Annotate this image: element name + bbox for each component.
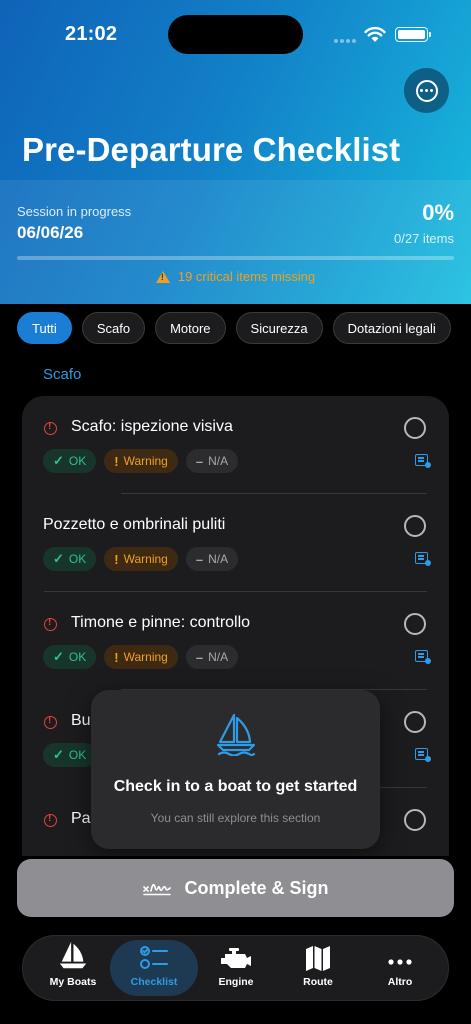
status-options: ✓ OK ! Warning – N/A	[43, 547, 239, 571]
checklist-item-title: Pozzetto e ombrinali puliti	[43, 516, 226, 533]
header-hero: 21:02 Pre-Departure Checklist Session in…	[0, 0, 471, 304]
critical-icon	[44, 813, 57, 827]
checklist-item: Pozzetto e ombrinali puliti ✓ OK ! Warning…	[22, 494, 449, 592]
filter-chip-tutti[interactable]: Tutti	[17, 312, 72, 344]
status-bar: 21:02	[0, 0, 471, 70]
checkmark-icon: ✓	[53, 747, 64, 762]
status-time: 21:02	[65, 23, 118, 45]
status-warning-button[interactable]: ! Warning	[104, 449, 178, 473]
checklist-icon	[140, 946, 168, 969]
add-note-icon[interactable]	[415, 748, 431, 762]
engine-icon	[221, 948, 251, 968]
status-ok-button[interactable]: ✓ OK	[43, 743, 97, 767]
add-note-icon[interactable]	[415, 552, 431, 566]
exclamation-icon: !	[114, 453, 119, 469]
critical-missing-banner: 19 critical items missing	[0, 269, 471, 284]
progress-bar	[17, 256, 454, 260]
status-options: ✓ OK ! Warning – N/A	[43, 449, 239, 473]
check-in-toast: Check in to a boat to get started You ca…	[91, 690, 380, 849]
progress-percent: 0%	[422, 200, 454, 225]
completion-radio[interactable]	[404, 417, 426, 439]
status-na-button[interactable]: – N/A	[185, 645, 239, 669]
progress-items-count: 0/27 items	[394, 231, 454, 246]
sailboat-icon	[59, 941, 87, 969]
status-options: ✓ OK ! Warning – N/A	[43, 645, 239, 669]
dynamic-island	[168, 15, 303, 54]
checklist-item: Timone e pinne: controllo ✓OK !Warning –…	[22, 592, 449, 690]
critical-icon	[44, 715, 57, 729]
session-panel: Session in progress 06/06/26 0% 0/27 ite…	[0, 180, 471, 304]
filter-chip-scafo[interactable]: Scafo	[81, 312, 146, 344]
critical-icon	[44, 617, 57, 631]
sailboat-icon	[216, 713, 256, 756]
session-label: Session in progress	[17, 204, 132, 219]
map-icon	[306, 946, 330, 971]
add-note-icon[interactable]	[415, 454, 431, 468]
dash-icon: –	[195, 453, 204, 469]
section-title: Scafo	[43, 366, 82, 383]
checkmark-icon: ✓	[53, 453, 64, 468]
critical-missing-text: 19 critical items missing	[177, 269, 316, 284]
completion-radio[interactable]	[404, 809, 426, 831]
status-warning-button[interactable]: ! Warning	[104, 645, 178, 669]
complete-button-label: Complete & Sign	[184, 877, 329, 898]
tab-my-boats[interactable]: My Boats	[29, 940, 117, 996]
completion-radio[interactable]	[404, 515, 426, 537]
toast-title: Check in to a boat to get started	[113, 778, 358, 795]
tab-altro[interactable]: Altro	[356, 940, 444, 996]
toast-subtitle: You can still explore this section	[150, 811, 321, 825]
status-options: ✓ OK	[43, 743, 97, 767]
exclamation-icon: !	[114, 551, 119, 567]
tab-bar: My Boats Checklist Engine Route Altro	[22, 935, 449, 1001]
checklist-item-title: Timone e pinne: controllo	[71, 614, 251, 631]
cellular-signal-icon	[334, 39, 358, 43]
checklist-item-title: Scafo: ispezione visiva	[71, 418, 233, 435]
session-date: 06/06/26	[17, 223, 84, 242]
add-note-icon[interactable]	[415, 650, 431, 664]
dash-icon: –	[195, 649, 204, 665]
tab-engine[interactable]: Engine	[192, 940, 280, 996]
filter-chip-sicurezza[interactable]: Sicurezza	[235, 312, 323, 344]
completion-radio[interactable]	[404, 711, 426, 733]
tab-checklist[interactable]: Checklist	[110, 940, 198, 996]
critical-icon	[44, 421, 57, 435]
status-ok-button[interactable]: ✓ OK	[43, 547, 97, 571]
filter-chip-motore[interactable]: Motore	[155, 312, 226, 344]
status-warning-button[interactable]: ! Warning	[104, 547, 178, 571]
ellipsis-icon	[388, 959, 412, 965]
more-options-button[interactable]	[404, 68, 449, 113]
status-ok-button[interactable]: ✓ OK	[43, 449, 97, 473]
checkmark-icon: ✓	[53, 551, 64, 566]
category-filter-bar: Tutti Scafo Motore Sicurezza Dotazioni l…	[17, 312, 451, 344]
complete-and-sign-button[interactable]: Complete & Sign	[17, 859, 454, 917]
ellipsis-circle-icon	[415, 79, 438, 102]
signature-icon	[143, 883, 172, 896]
battery-icon	[395, 27, 431, 42]
checklist-item-title: Bu	[71, 712, 91, 729]
warning-triangle-icon	[155, 270, 170, 283]
tab-route[interactable]: Route	[274, 940, 362, 996]
checkmark-icon: ✓	[53, 649, 64, 664]
filter-chip-dotazioni-legali[interactable]: Dotazioni legali	[332, 312, 451, 344]
status-na-button[interactable]: – N/A	[185, 547, 239, 571]
checklist-item: Scafo: ispezione visiva ✓OK !Warning –N/…	[22, 396, 449, 494]
status-na-button[interactable]: – N/A	[185, 449, 239, 473]
exclamation-icon: !	[114, 649, 119, 665]
completion-radio[interactable]	[404, 613, 426, 635]
dash-icon: –	[195, 551, 204, 567]
page-title: Pre-Departure Checklist	[22, 131, 401, 168]
status-ok-button[interactable]: ✓ OK	[43, 645, 97, 669]
wifi-icon	[364, 26, 386, 42]
